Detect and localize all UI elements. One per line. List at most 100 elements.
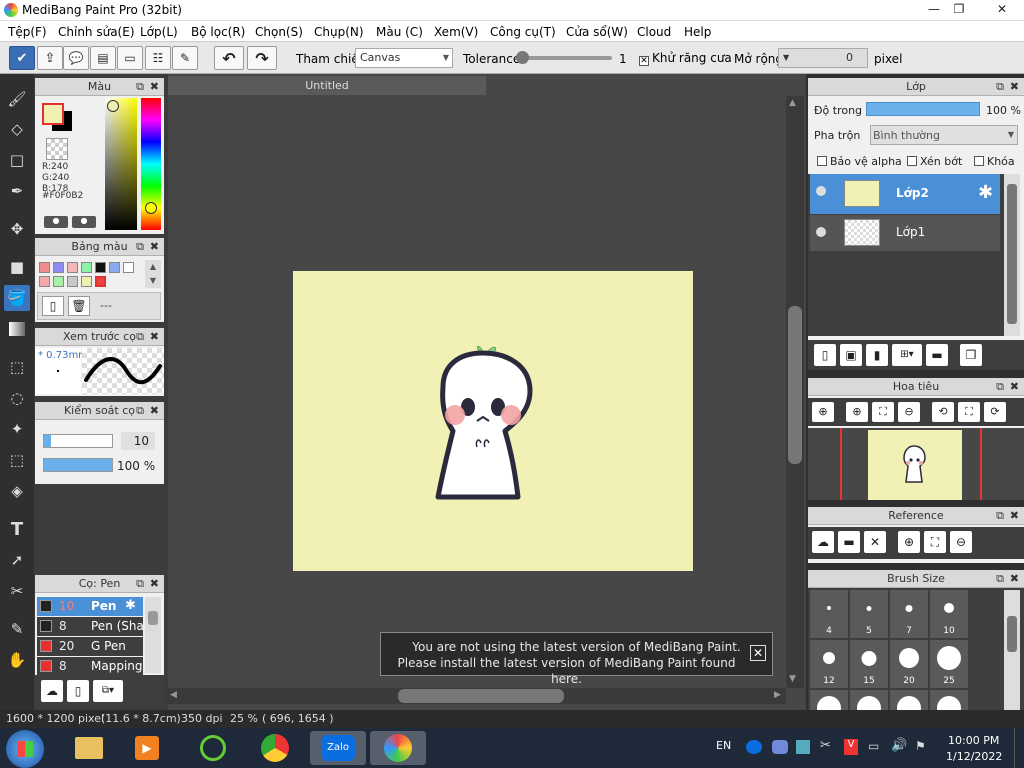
- brush-list-item[interactable]: 8 Pen (Sha: [37, 617, 143, 636]
- menu-cloud[interactable]: Cloud: [637, 25, 671, 39]
- lock-checkbox[interactable]: Khóa: [974, 155, 1015, 168]
- scroll-thumb[interactable]: [1007, 616, 1017, 652]
- cloud-save-button[interactable]: ✔: [9, 46, 35, 70]
- gradient-tool[interactable]: [4, 316, 30, 342]
- comment-button[interactable]: 💬: [63, 46, 89, 70]
- gear-icon[interactable]: ✱: [978, 182, 993, 203]
- select-pen-tool[interactable]: ⬚: [4, 447, 30, 473]
- palette-swatch[interactable]: [81, 276, 92, 287]
- hscroll-thumb[interactable]: [398, 689, 564, 703]
- brush-list-scroll[interactable]: [145, 597, 161, 673]
- menu-layer[interactable]: Lớp(L): [140, 25, 178, 39]
- redo-button[interactable]: ↷: [247, 46, 277, 70]
- menu-color[interactable]: Màu (C): [376, 25, 423, 39]
- arrow-right-icon[interactable]: ▶: [774, 690, 781, 700]
- palette-swatch[interactable]: [39, 262, 50, 273]
- select-tool[interactable]: ⬚: [4, 354, 30, 380]
- transparent-color[interactable]: [46, 138, 68, 160]
- popout-icon[interactable]: ⧉: [996, 507, 1004, 525]
- popout-icon[interactable]: ⧉: [996, 78, 1004, 96]
- popout-icon[interactable]: ⧉: [136, 575, 144, 593]
- reference-select[interactable]: Canvas ▼: [355, 48, 453, 68]
- close-button[interactable]: ✕: [982, 0, 1022, 18]
- bucket-tool[interactable]: 🪣: [4, 285, 30, 311]
- menu-snap[interactable]: Chụp(N): [314, 25, 364, 39]
- brush-size-cell[interactable]: 5: [850, 590, 888, 638]
- reference-zoom-in-button[interactable]: ⊕: [898, 531, 920, 553]
- share-button[interactable]: ⇪: [37, 46, 63, 70]
- dialog-button[interactable]: ▤: [90, 46, 116, 70]
- reset-view-button[interactable]: ⛶: [958, 402, 980, 422]
- zalo-tray-icon[interactable]: [746, 740, 762, 754]
- brush-size-cell[interactable]: 25: [930, 640, 968, 688]
- hand-tool[interactable]: ✋: [4, 647, 30, 673]
- brush-size-cell[interactable]: 10: [930, 590, 968, 638]
- language-indicator[interactable]: EN: [716, 739, 731, 752]
- eraser-tool[interactable]: ◇: [4, 116, 30, 142]
- update-notice[interactable]: You are not using the latest version of …: [380, 632, 773, 686]
- new-halftone-layer-button[interactable]: ▣: [840, 344, 862, 366]
- menu-file[interactable]: Tệp(F): [8, 25, 47, 39]
- brush-list-item[interactable]: 20 G Pen: [37, 637, 143, 656]
- brush-opacity-slider[interactable]: [43, 458, 113, 472]
- color-eyedrop-button[interactable]: ●: [72, 216, 96, 228]
- add-brush-button[interactable]: ▯: [67, 680, 89, 702]
- zoom-out-button[interactable]: ⊖: [898, 402, 920, 422]
- lasso-tool[interactable]: ◌: [4, 385, 30, 411]
- drawing-canvas[interactable]: [293, 271, 693, 571]
- palette-swatch[interactable]: [95, 262, 106, 273]
- brush-tool[interactable]: 🖌: [4, 86, 30, 112]
- document-tab[interactable]: Untitled: [168, 76, 486, 95]
- close-icon[interactable]: ✖: [1010, 570, 1019, 588]
- layer-opacity-slider[interactable]: [866, 102, 980, 116]
- rotate-left-button[interactable]: ⟲: [932, 402, 954, 422]
- navigator-preview[interactable]: [808, 428, 1024, 500]
- popout-icon[interactable]: ⧉: [136, 238, 144, 256]
- close-icon[interactable]: ✖: [1010, 507, 1019, 525]
- arrow-down-icon[interactable]: ▼: [789, 674, 796, 684]
- undo-button[interactable]: ↶: [214, 46, 244, 70]
- rotate-right-button[interactable]: ⟳: [984, 402, 1006, 422]
- zoom-search-button[interactable]: ⊕: [812, 402, 834, 422]
- shape-tool[interactable]: □: [4, 147, 30, 173]
- operation-tool[interactable]: ➚: [4, 547, 30, 573]
- brush-size-slider[interactable]: [43, 434, 113, 448]
- volume-tray-icon[interactable]: 🔊: [891, 738, 907, 753]
- reference-zoom-out-button[interactable]: ⊖: [950, 531, 972, 553]
- brush-size-value[interactable]: 10: [121, 432, 155, 450]
- move-tool[interactable]: ✥: [4, 216, 30, 242]
- expand-stepper[interactable]: ▼ 0: [778, 48, 868, 68]
- close-icon[interactable]: ✖: [150, 402, 159, 420]
- menu-select[interactable]: Chọn(S): [255, 25, 303, 39]
- close-icon[interactable]: ✖: [150, 575, 159, 593]
- layer-row-lop1[interactable]: Lớp1: [810, 215, 1000, 251]
- text-tool[interactable]: T: [4, 516, 30, 542]
- eyedropper-tool[interactable]: ✎: [4, 616, 30, 642]
- tolerance-slider-thumb[interactable]: [516, 51, 529, 64]
- taskbar-media-player[interactable]: ▶: [124, 731, 170, 765]
- popout-icon[interactable]: ⧉: [136, 78, 144, 96]
- hue-slider-thumb[interactable]: [145, 202, 157, 214]
- taskbar-zalo[interactable]: Zalo: [310, 731, 366, 765]
- palette-swatch[interactable]: [53, 262, 64, 273]
- palette-swatch[interactable]: [81, 262, 92, 273]
- primary-color[interactable]: [42, 103, 64, 125]
- close-icon[interactable]: ✖: [1010, 378, 1019, 396]
- color-wheel-button[interactable]: ●: [44, 216, 68, 228]
- scroll-thumb[interactable]: [148, 611, 158, 625]
- close-icon[interactable]: ✖: [1010, 78, 1019, 96]
- delete-palette-button[interactable]: 🗑: [68, 296, 90, 316]
- taskbar-app-green[interactable]: [190, 731, 236, 765]
- brush-size-cell[interactable]: 20: [890, 640, 928, 688]
- canvas-hscroll[interactable]: ◀ ▶: [168, 688, 786, 704]
- taskbar-file-explorer[interactable]: [66, 731, 112, 765]
- vscroll-thumb[interactable]: [788, 306, 802, 464]
- edit-panel-button[interactable]: ✎: [172, 46, 198, 70]
- menu-edit[interactable]: Chỉnh sửa(E): [58, 25, 135, 39]
- palette-swatch[interactable]: [123, 262, 134, 273]
- frame-button[interactable]: ☷: [145, 46, 171, 70]
- clipping-checkbox[interactable]: Xén bớt: [907, 155, 962, 168]
- reference-cloud-button[interactable]: ☁: [812, 531, 834, 553]
- taskbar-chrome[interactable]: [252, 731, 298, 765]
- blend-mode-select[interactable]: Bình thường ▼: [870, 125, 1018, 145]
